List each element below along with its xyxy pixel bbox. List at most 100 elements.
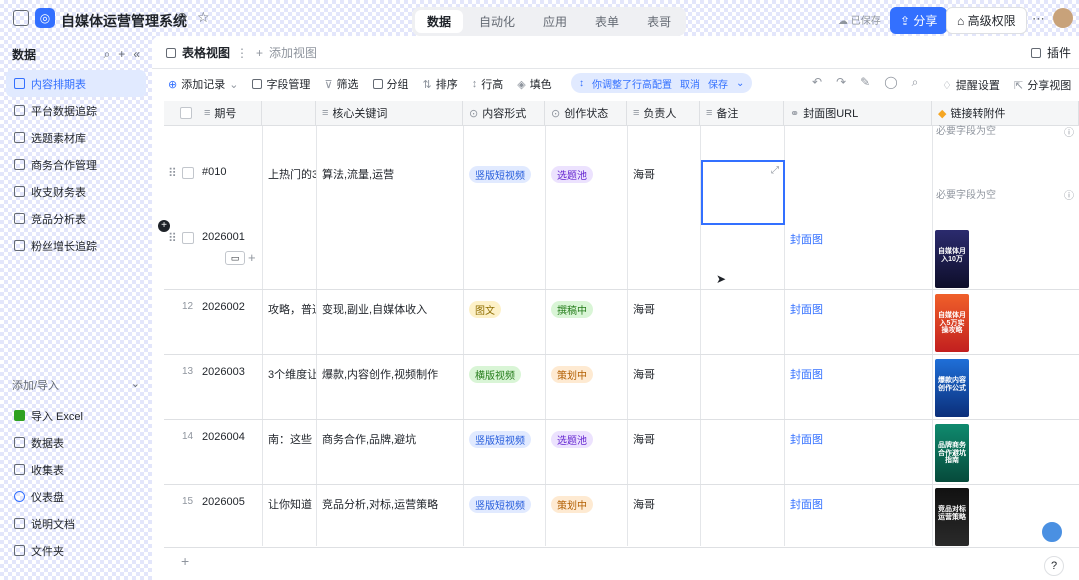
sidebar-item-platform-data[interactable]: 平台数据追踪 (0, 97, 152, 124)
search-icon[interactable]: ⌕ (912, 75, 919, 90)
attachment-thumbnail[interactable]: 自媒体月入10万 (935, 230, 969, 288)
cell-status[interactable]: 撰稿中 (545, 295, 599, 318)
col-header-notes[interactable]: ≡ 备注 (700, 101, 784, 126)
attachment-thumbnail[interactable]: 自媒体月入5万实操攻略 (935, 294, 969, 352)
cell-keywords[interactable]: 竞品分析,对标,运营策略 (316, 490, 444, 512)
col-header-form[interactable]: ⊙ 内容形式 (463, 101, 545, 126)
cell-notes-selected[interactable]: ⤢ (701, 160, 785, 225)
cell-form[interactable]: 竖版短视频 (463, 425, 537, 448)
plugins-button[interactable]: 插件 (1031, 44, 1071, 61)
cell-owner[interactable]: 海哥 (627, 295, 661, 317)
new-table-item[interactable]: 数据表 (0, 429, 152, 456)
user-avatar[interactable] (1053, 8, 1073, 28)
attachment-thumbnail[interactable]: 品牌商务合作避坑指南 (935, 424, 969, 482)
filter-button[interactable]: ⊽ 筛选 (324, 76, 358, 92)
col-header-cover-url[interactable]: ⚭ 封面图URL (784, 101, 932, 126)
cell-cover-url[interactable]: 封面图 (784, 425, 829, 447)
cell-cover-url[interactable]: 封面图 (784, 490, 829, 512)
cell-issue[interactable]: 2026002 (196, 295, 251, 313)
info-icon[interactable]: ⓘ (1064, 187, 1074, 202)
share-button[interactable]: ⇪ 分享 (890, 7, 948, 34)
tab-assistant[interactable]: 表哥 (635, 10, 683, 33)
attachment-thumbnail[interactable]: 竞品对标运营策略 (935, 488, 969, 546)
row-checkbox[interactable] (182, 167, 194, 179)
cell-status[interactable]: 策划中 (545, 360, 599, 383)
cell-issue[interactable]: #010 (196, 160, 232, 178)
cell-cover-url[interactable]: 封面图 (784, 360, 829, 382)
undo-icon[interactable]: ↶ (812, 75, 822, 90)
sidebar-toggle-icon[interactable] (13, 10, 29, 26)
new-form-item[interactable]: 收集表 (0, 456, 152, 483)
cell-title[interactable]: 3个维度让 (262, 360, 316, 382)
sidebar-item-business[interactable]: 商务合作管理 (0, 151, 152, 178)
cell-title[interactable]: 上热门的3 (262, 160, 316, 182)
sidebar-item-finance[interactable]: 收支财务表 (0, 178, 152, 205)
cell-status[interactable]: 选题池 (545, 160, 599, 183)
edit-icon[interactable]: ✎ (860, 75, 870, 90)
cell-owner[interactable]: 海哥 (627, 160, 661, 182)
tab-data[interactable]: 数据 (415, 10, 464, 33)
cell-keywords[interactable]: 变现,副业,自媒体收入 (316, 295, 433, 317)
drag-handle-icon[interactable]: ⠿ (168, 231, 177, 245)
remind-settings-button[interactable]: ♢ 提醒设置 (942, 77, 1000, 93)
collapse-icon[interactable]: « (133, 47, 140, 62)
sidebar-item-competitors[interactable]: 竞品分析表 (0, 205, 152, 232)
comment-icon[interactable]: ◯ (884, 75, 897, 90)
cell-owner[interactable]: 海哥 (627, 360, 661, 382)
advanced-permission-button[interactable]: ⌂ 高级权限 (946, 7, 1027, 34)
sidebar-item-fans[interactable]: 粉丝增长追踪 (0, 232, 152, 259)
view-tab-grid[interactable]: 表格视图 ⋮ (166, 44, 248, 61)
expand-record-icon[interactable]: ▭ (225, 251, 245, 265)
add-view-button[interactable]: + 添加视图 (256, 44, 317, 61)
tab-apps[interactable]: 应用 (531, 10, 579, 33)
import-excel-item[interactable]: 导入 Excel (0, 402, 152, 429)
cell-issue[interactable]: 2026003 (196, 360, 251, 378)
add-icon[interactable]: + (118, 47, 125, 62)
new-doc-item[interactable]: 说明文档 (0, 510, 152, 537)
select-all-checkbox[interactable] (180, 107, 192, 119)
assistant-avatar[interactable] (1040, 520, 1064, 544)
cell-title[interactable]: 南：这些 (262, 425, 316, 447)
new-dashboard-item[interactable]: 仪表盘 (0, 483, 152, 510)
col-header-keywords[interactable]: ≡ 核心关键词 (316, 101, 463, 126)
cell-title[interactable]: 攻略，普通 (262, 295, 316, 317)
chevron-down-icon[interactable]: ⌄ (736, 78, 744, 89)
cell-owner[interactable]: 海哥 (627, 490, 661, 512)
cell-status[interactable]: 选题池 (545, 425, 599, 448)
tab-form[interactable]: 表单 (583, 10, 631, 33)
sort-button[interactable]: ⇅ 排序 (423, 76, 458, 92)
share-view-button[interactable]: ⇱ 分享视图 (1014, 77, 1071, 93)
cell-issue[interactable]: 2026001 (196, 225, 251, 243)
add-import-section[interactable]: 添加/导入 ⌄ (12, 377, 140, 393)
field-manage-button[interactable]: 字段管理 (252, 76, 310, 92)
cell-form[interactable]: 竖版短视频 (463, 490, 537, 513)
col-header-status[interactable]: ⊙ 创作状态 (545, 101, 627, 126)
attachment-thumbnail[interactable]: 爆款内容创作公式 (935, 359, 969, 417)
cell-keywords[interactable]: 爆款,内容创作,视频制作 (316, 360, 444, 382)
group-button[interactable]: 分组 (372, 76, 409, 92)
cell-issue[interactable]: 2026005 (196, 490, 251, 508)
add-row-button[interactable]: + (181, 553, 189, 569)
drag-handle-icon[interactable]: ⠿ (168, 166, 177, 180)
cell-form[interactable]: 横版视频 (463, 360, 527, 383)
info-icon[interactable]: ⓘ (1064, 124, 1074, 139)
base-title[interactable]: 自媒体运营管理系统 (61, 11, 187, 31)
search-icon[interactable]: ⌕ (104, 47, 111, 62)
cell-form[interactable]: 图文 (463, 295, 507, 318)
col-header-issue[interactable]: ≡ 期号 (164, 101, 262, 126)
view-more-icon[interactable]: ⋮ (236, 46, 248, 60)
col-header-owner[interactable]: ≡ 负责人 (627, 101, 700, 126)
star-icon[interactable]: ☆ (197, 9, 210, 26)
cell-cover-url[interactable]: 封面图 (784, 225, 829, 247)
new-folder-item[interactable]: 文件夹 (0, 537, 152, 564)
cell-issue[interactable]: 2026004 (196, 425, 251, 443)
tab-automation[interactable]: 自动化 (467, 10, 527, 33)
sidebar-item-content-schedule[interactable]: 内容排期表 (6, 70, 146, 97)
add-record-button[interactable]: ⊕ 添加记录 ⌄ (168, 76, 238, 92)
more-icon[interactable]: ⋯ (1032, 11, 1045, 27)
cell-keywords[interactable]: 算法,流量,运营 (316, 160, 400, 182)
notice-save-button[interactable]: 保存 (708, 76, 728, 91)
add-icon[interactable]: + (248, 250, 256, 265)
cell-owner[interactable]: 海哥 (627, 425, 661, 447)
cell-title[interactable]: 让你知道 (262, 490, 316, 512)
